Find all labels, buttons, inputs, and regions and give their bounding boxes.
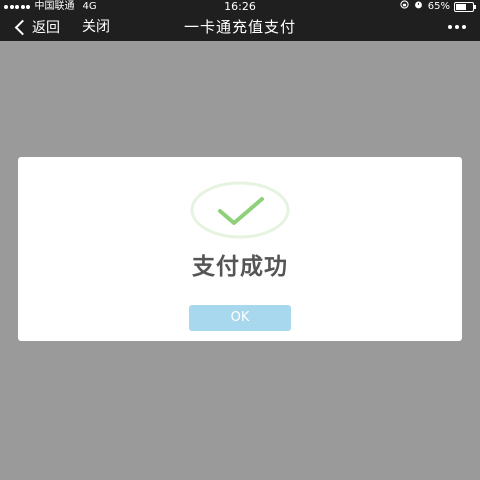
status-right: 65% (400, 0, 476, 14)
checkmark-icon (190, 181, 290, 239)
battery-icon (454, 1, 476, 12)
rotation-lock-icon (400, 0, 409, 14)
nav-bar: 返回 关闭 一卡通充值支付 (0, 13, 480, 41)
alarm-icon (414, 0, 423, 14)
ok-button[interactable]: OK (189, 305, 291, 331)
battery-fill (456, 3, 467, 10)
more-dots-icon[interactable] (445, 13, 466, 41)
dialog-title: 支付成功 (192, 254, 288, 280)
battery-percent: 65% (427, 1, 450, 12)
success-dialog: 支付成功 OK (18, 157, 462, 341)
page-title: 一卡通充值支付 (183, 18, 296, 36)
screen: 中国联通 4G 16:26 65% 返回 关闭 一卡通充值支付 支付成功 OK (0, 0, 480, 480)
status-bar: 中国联通 4G 16:26 65% (0, 0, 480, 13)
